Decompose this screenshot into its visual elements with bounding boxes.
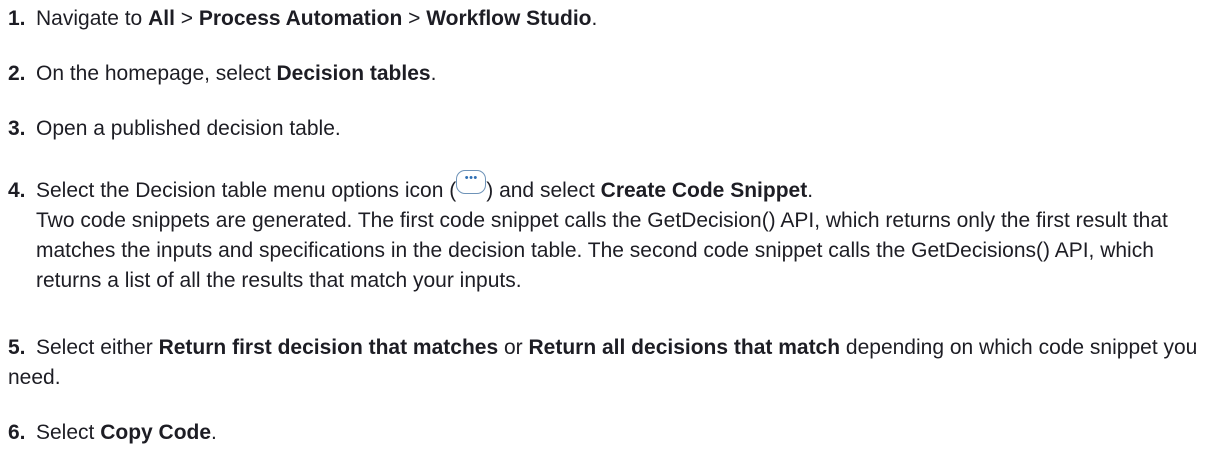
step-text: Select the Decision table menu options i… (36, 170, 814, 202)
menu-process-automation: Process Automation (198, 7, 403, 30)
text-segment: Select the Decision table menu options i… (36, 179, 457, 202)
step-text: Select either Return first decision that… (8, 336, 1197, 389)
menu-workflow-studio: Workflow Studio (426, 7, 592, 30)
step-number: 6. (8, 421, 26, 444)
menu-all: All (148, 7, 175, 30)
text-segment: Select (36, 421, 101, 444)
step-text: Navigate to All > Process Automation > W… (36, 7, 597, 30)
text-segment: Navigate to (36, 7, 149, 30)
step-number: 3. (8, 117, 26, 140)
breadcrumb-separator: > (174, 7, 199, 30)
step-6: 6. Select Copy Code. (8, 418, 1215, 448)
step-number: 4. (8, 179, 26, 202)
text-segment: or (498, 336, 529, 359)
copy-code-label: Copy Code (100, 421, 212, 444)
step-4-line: 4. Select the Decision table menu options… (8, 170, 1215, 206)
text-segment: Select either (36, 336, 159, 359)
step-text: On the homepage, select Decision tables. (36, 62, 436, 85)
text-segment: ) and select (486, 179, 601, 202)
text-segment: . (591, 7, 598, 30)
step-5: 5. Select either Return first decision th… (8, 333, 1215, 393)
text-segment: . (430, 62, 437, 85)
more-options-icon: ••• (456, 170, 487, 194)
step-4: 4. Select the Decision table menu options… (8, 170, 1215, 296)
decision-tables-label: Decision tables (276, 62, 431, 85)
step-text: Open a published decision table. (36, 117, 341, 140)
return-all-decisions-label: Return all decisions that match (528, 336, 841, 359)
return-first-decision-label: Return first decision that matches (158, 336, 499, 359)
text-segment: . (211, 421, 217, 444)
step-text: Select Copy Code. (36, 421, 217, 444)
step-number: 2. (8, 62, 26, 85)
step-3: 3. Open a published decision table. (8, 114, 1215, 144)
text-segment: . (807, 179, 814, 202)
step-1: 1. Navigate to All > Process Automation >… (8, 4, 1215, 34)
step-number: 1. (8, 7, 26, 30)
text-segment: On the homepage, select (36, 62, 277, 85)
step-4-description: Two code snippets are generated. The fir… (36, 209, 1168, 292)
breadcrumb-separator: > (402, 7, 427, 30)
step-2: 2. On the homepage, select Decision table… (8, 59, 1215, 89)
step-number: 5. (8, 336, 26, 359)
create-code-snippet-label: Create Code Snippet (600, 179, 808, 202)
procedure-steps: 1. Navigate to All > Process Automation >… (0, 0, 1225, 461)
